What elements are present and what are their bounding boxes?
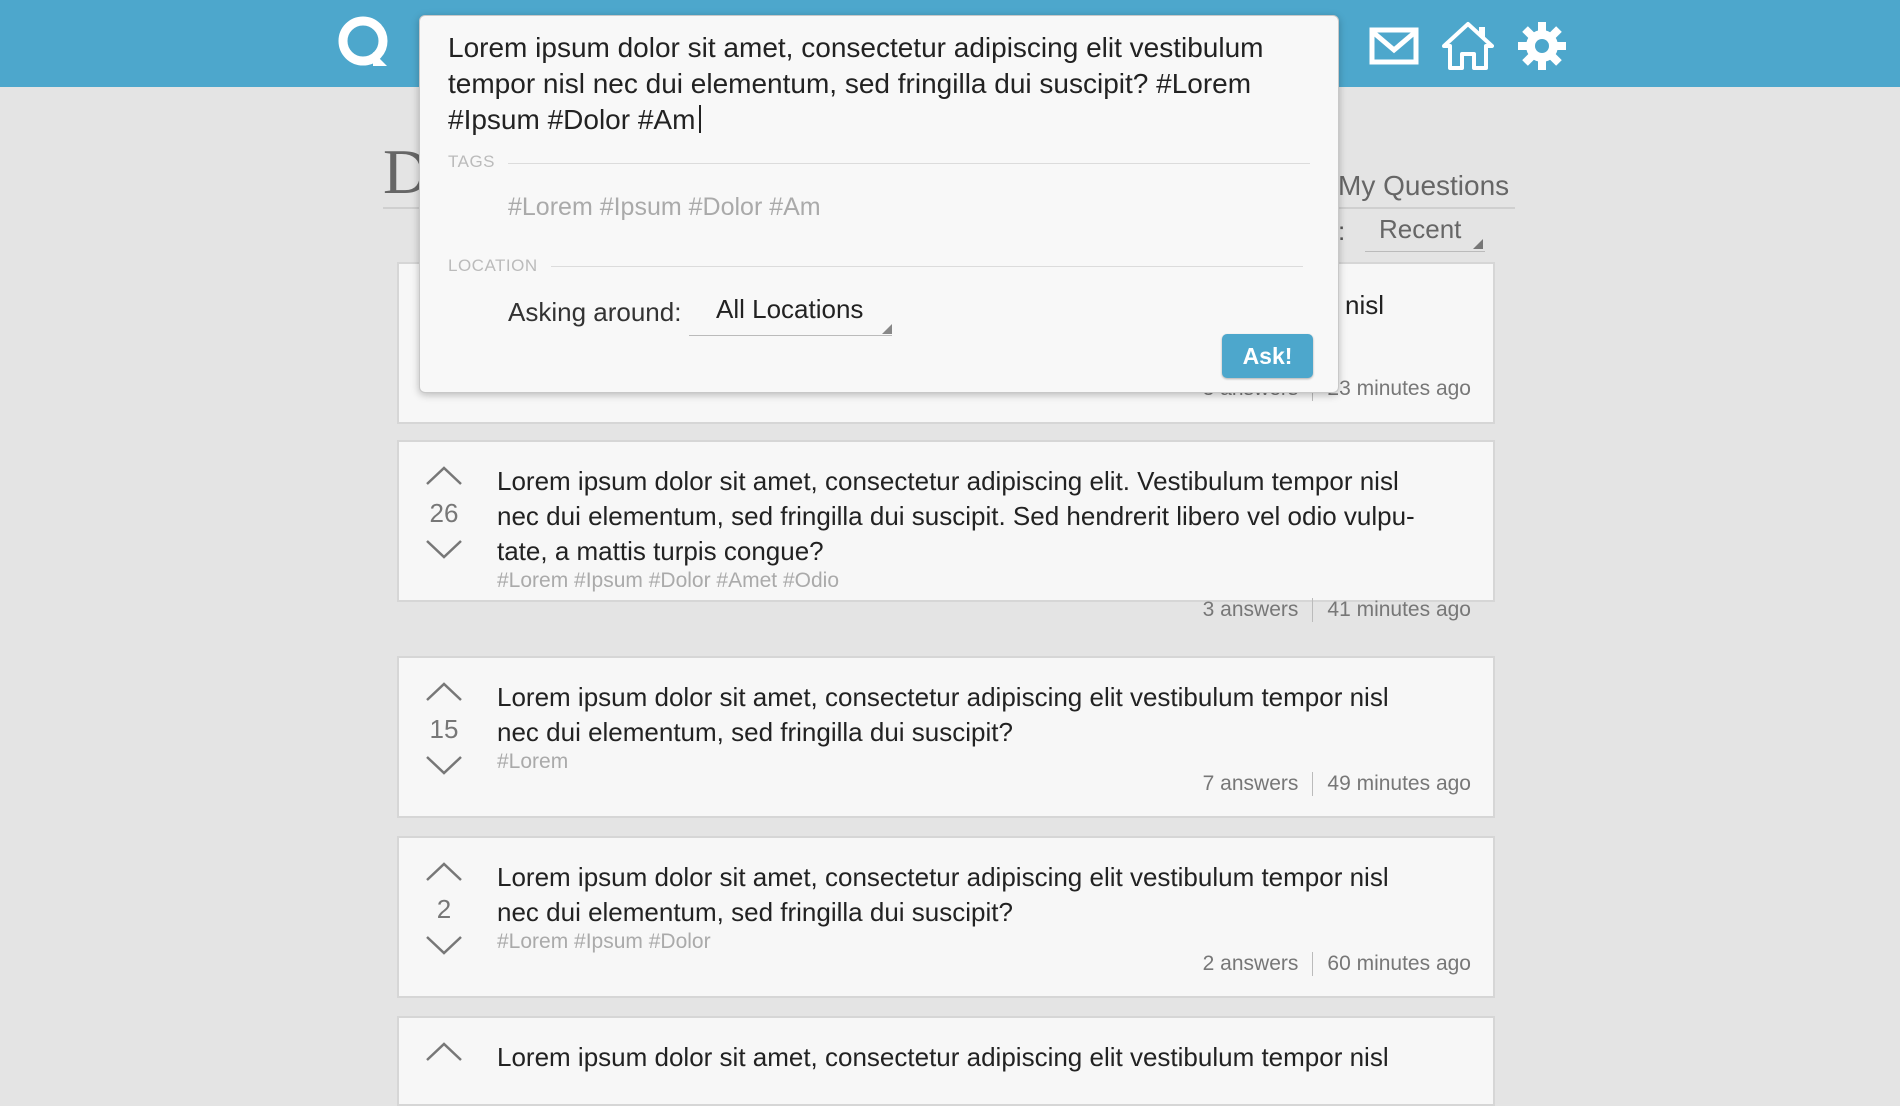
answer-count[interactable]: 3 answers [1203,598,1299,622]
upvote-chevron-icon[interactable] [425,464,463,486]
question-time: 49 minutes ago [1327,772,1471,795]
question-text[interactable]: Lorem ipsum dolor sit amet, consectetur … [497,860,1427,930]
upvote-chevron-icon[interactable] [425,1040,463,1062]
question-time: 23 minutes ago [1327,377,1471,400]
vote-count: 15 [429,714,459,744]
question-text[interactable]: Lorem ipsum dolor sit amet, consectetur … [497,464,1427,569]
vote-count: 26 [429,498,459,528]
sort-label-colon: : [1338,216,1346,246]
question-tags[interactable]: #Lorem #Ipsum #Dolor #Amet #Odio [497,569,839,593]
question-card[interactable]: 15 Lorem ipsum dolor sit amet, consectet… [397,656,1495,818]
question-time: 60 minutes ago [1327,952,1471,975]
ask-question-modal: Lorem ipsum dolor sit amet, consectetur … [419,15,1339,393]
question-tags[interactable]: #Lorem [497,750,568,774]
answer-count[interactable]: 2 answers [1203,952,1299,976]
question-card[interactable]: 2 Lorem ipsum dolor sit amet, consectetu… [397,836,1495,998]
meta-divider [1312,598,1314,622]
downvote-chevron-icon[interactable] [425,755,463,777]
mail-icon[interactable] [1368,20,1420,72]
home-icon[interactable] [1442,20,1494,72]
location-select[interactable]: All Locations [689,294,892,336]
search-logo-icon[interactable] [335,14,393,72]
question-meta: 2 answers 60 minutes ago [1203,952,1471,976]
tags-section-label: TAGS [448,152,496,171]
question-text: nisl [1345,290,1385,320]
meta-divider [1312,772,1314,796]
gear-icon[interactable] [1516,20,1568,72]
question-input[interactable]: Lorem ipsum dolor sit amet, consectetur … [448,30,1308,138]
sort-select-value: Recent [1379,214,1462,244]
location-select-value: All Locations [716,294,864,324]
question-text[interactable]: Lorem ipsum dolor sit amet, consectetur … [497,1040,1427,1075]
tags-field[interactable]: #Lorem #Ipsum #Dolor #Am [508,193,821,222]
location-section-label: LOCATION [448,256,538,275]
vote-control [423,1040,465,1062]
tags-divider [508,163,1310,164]
dropdown-triangle-icon [1473,239,1483,249]
ask-button[interactable]: Ask! [1222,334,1313,378]
vote-control: 2 [423,860,465,957]
top-nav-icons [1368,18,1568,74]
location-divider [551,266,1303,267]
question-tags[interactable]: #Lorem #Ipsum #Dolor [497,930,711,954]
asking-around-label: Asking around: [508,297,682,327]
question-input-text: Lorem ipsum dolor sit amet, consectetur … [448,32,1264,135]
downvote-chevron-icon[interactable] [425,539,463,561]
upvote-chevron-icon[interactable] [425,680,463,702]
answer-count[interactable]: 7 answers [1203,772,1299,796]
vote-count: 2 [436,894,452,924]
question-time: 41 minutes ago [1327,598,1471,621]
tab-my-questions[interactable]: My Questions [1338,170,1509,202]
dropdown-triangle-icon [882,324,892,334]
sort-select[interactable]: Recent [1365,214,1485,252]
vote-control: 15 [423,680,465,777]
question-text[interactable]: Lorem ipsum dolor sit amet, consectetur … [497,680,1427,750]
downvote-chevron-icon[interactable] [425,935,463,957]
question-card[interactable]: 26 Lorem ipsum dolor sit amet, consectet… [397,440,1495,622]
text-caret [699,105,702,133]
question-meta: 7 answers 49 minutes ago [1203,772,1471,796]
question-meta: 3 answers 41 minutes ago [1203,598,1471,622]
meta-divider [1312,952,1314,976]
question-card[interactable]: Lorem ipsum dolor sit amet, consectetur … [397,1016,1495,1106]
upvote-chevron-icon[interactable] [425,860,463,882]
vote-control: 26 [423,464,465,561]
